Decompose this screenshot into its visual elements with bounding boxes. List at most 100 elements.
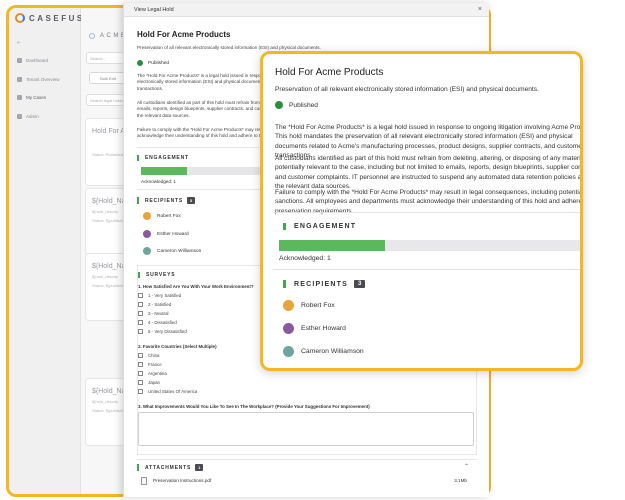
recipient-name: Esther Howard [157,231,189,237]
zoom-hold-description: Preservation of all relevant electronica… [275,86,539,93]
avatar [283,300,294,311]
recipient-item[interactable]: Cameron Williamson [143,247,201,255]
section-heading: ENGAGEMENT [137,155,189,161]
avatar [143,247,151,255]
status-text: Published [148,60,170,66]
hold-card-status: Status: ${publishi [92,408,123,413]
avatar [143,212,151,220]
attachments-count-badge: 1 [195,464,204,471]
checkbox[interactable] [138,380,143,385]
zoom-hold-title: Hold For Acme Products [275,67,384,78]
sidebar-item-label: My Cases [26,95,47,100]
hold-title: Hold For Acme Products [137,30,231,39]
recipient-item[interactable]: Esther Howard [283,323,346,334]
checkbox[interactable] [138,371,143,376]
checkbox[interactable] [138,389,143,394]
survey-option[interactable]: 3 - Neutral [138,311,169,316]
zoom-engagement-progress-bar [279,240,580,251]
engagement-progress-fill [141,167,188,175]
attachment-name: Preservation Instructions.pdf [153,478,212,483]
zoom-paragraph-2: All custodians identified as part of thi… [275,155,583,191]
sidebar-item-label: Tenant Overview [26,77,60,82]
file-icon [141,477,147,485]
option-label: 3 - Neutral [148,311,169,316]
surveys-label: SURVEYS [146,272,176,278]
option-label: United States Of America [148,389,198,394]
recipients-label: RECIPIENTS [145,197,184,204]
logo-mark-icon [15,13,25,23]
hold-card-status: Status: Published [92,152,124,157]
survey-option[interactable]: 4 - Dissatisfied [138,320,177,325]
acknowledged-count: Acknowledged: 1 [141,179,176,184]
modal-header: View Legal Hold × [124,3,489,17]
search-placeholder: Search... [90,56,107,61]
workspace-icon [89,33,95,39]
survey-question-2: 2. Favorite Countries (Select Multiple) [138,344,217,349]
option-label: 4 - Dissatisfied [148,320,177,325]
status-dot-icon [137,60,143,66]
checkbox[interactable] [138,353,143,358]
grid-icon [17,58,22,63]
bulk-edit-button[interactable]: Bulk Edit [89,72,127,84]
modal-header-title: View Legal Hold [134,7,174,13]
recipient-item[interactable]: Cameron Williamson [283,346,364,357]
recipient-name: Robert Fox [301,302,335,309]
section-heading: RECIPIENTS 3 [137,197,196,204]
folder-icon [17,95,22,100]
checkbox[interactable] [138,329,143,334]
option-label: 1 - Very Satisfied [148,293,182,298]
recipient-item[interactable]: Esther Howard [143,230,189,238]
close-icon[interactable]: × [478,6,482,13]
survey-question-3: 3. What Improvements Would You Like To S… [138,404,370,409]
sidebar-item-dashboard[interactable]: Dashboard [17,58,48,63]
zoom-callout: Hold For Acme Products Preservation of a… [260,51,583,371]
search-placeholder: Search legal holds [90,98,123,103]
sidebar: CASEFUSION ⇤ Dashboard Tenant Overview M… [9,8,104,494]
section-heading: ATTACHMENTS 1 [137,464,204,471]
acknowledged-count: Acknowledged: 1 [279,255,331,262]
status-badge: Published [137,60,169,66]
hold-card-description: ${hold_descrip [92,274,119,279]
hold-card-status: Status: ${publishi [92,218,123,223]
engagement-label: ENGAGEMENT [145,155,189,161]
chevron-up-icon[interactable]: ⌃ [464,463,469,470]
section-heading: RECIPIENTS 3 [283,280,366,288]
survey-option[interactable]: 1 - Very Satisfied [138,293,181,298]
status-dot-icon [275,101,283,109]
bulk-edit-label: Bulk Edit [100,76,116,81]
avatar [283,346,294,357]
avatar [143,230,151,238]
sidebar-item-tenant-overview[interactable]: Tenant Overview [17,77,60,82]
option-label: China [148,353,160,358]
survey-option[interactable]: China [138,353,159,358]
checkbox[interactable] [138,311,143,316]
survey-option[interactable]: United States Of America [138,389,197,394]
option-label: 5 - Very Dissatisfied [148,329,187,334]
hold-card-description: ${hold_descrip [92,399,119,404]
engagement-progress-fill [279,240,385,251]
checkbox[interactable] [138,302,143,307]
sidebar-item-my-cases[interactable]: My Cases [17,95,46,100]
survey-option[interactable]: 2 - Satisfied [138,302,171,307]
recipient-name: Robert Fox [157,213,181,219]
recipient-item[interactable]: Robert Fox [143,212,181,220]
recipient-name: Cameron Williamson [157,248,202,254]
recipient-item[interactable]: Robert Fox [283,300,335,311]
checkbox[interactable] [138,362,143,367]
recipient-name: Cameron Williamson [301,348,364,355]
admin-icon [17,114,22,119]
checkbox[interactable] [138,293,143,298]
checkbox[interactable] [138,320,143,325]
survey-option[interactable]: Japan [138,380,160,385]
survey-option[interactable]: 5 - Very Dissatisfied [138,329,187,334]
hold-card-description: ${hold_descrip [92,209,119,214]
collapse-icon: ⇤ [17,40,22,46]
section-heading: ENGAGEMENT [283,223,356,230]
collapse-toggle[interactable]: ⇤ [17,40,21,46]
sidebar-item-admin[interactable]: Admin [17,114,39,119]
survey-option[interactable]: France [138,362,162,367]
survey-option[interactable]: Argentina [138,371,167,376]
suggestions-textarea[interactable] [138,412,474,446]
hold-card-status: Status: ${publishi [92,283,123,288]
sidebar-item-label: Admin [26,114,39,119]
